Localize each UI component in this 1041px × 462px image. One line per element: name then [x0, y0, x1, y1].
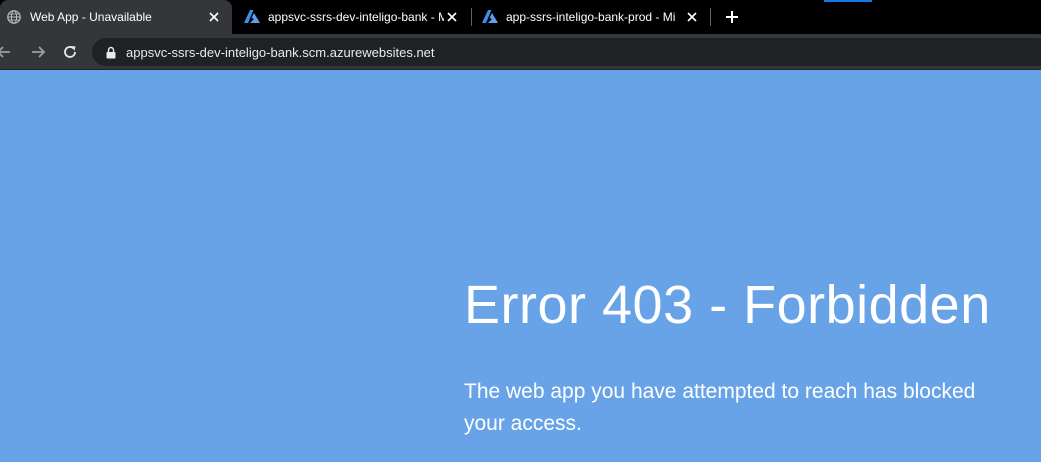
tab-title: app-ssrs-inteligo-bank-prod - Mi [506, 10, 676, 24]
back-arrow-icon [0, 46, 10, 58]
close-tab-icon[interactable] [206, 9, 222, 25]
tab-strip: Web App - Unavailable appsvc-ssrs-dev-in… [0, 0, 1041, 34]
error-title: Error 403 - Forbidden [464, 275, 991, 335]
forward-arrow-icon [32, 46, 46, 58]
tab-title: appsvc-ssrs-dev-inteligo-bank - M [268, 10, 444, 24]
address-bar[interactable]: appsvc-ssrs-dev-inteligo-bank.scm.azurew… [92, 38, 1041, 66]
error-page: Error 403 - Forbidden The web app you ha… [0, 70, 1041, 462]
tab-appsvc-ssrs-dev[interactable]: appsvc-ssrs-dev-inteligo-bank - M [236, 0, 470, 34]
tab-strip-accent [824, 0, 872, 2]
new-tab-button[interactable] [722, 7, 742, 27]
tab-separator [710, 8, 711, 26]
reload-button[interactable] [60, 42, 80, 62]
forward-button[interactable] [28, 42, 48, 62]
azure-icon [482, 9, 498, 25]
back-button[interactable] [0, 42, 14, 62]
url-text: appsvc-ssrs-dev-inteligo-bank.scm.azurew… [126, 44, 435, 60]
plus-icon [726, 11, 738, 23]
browser-toolbar: appsvc-ssrs-dev-inteligo-bank.scm.azurew… [0, 34, 1041, 70]
tab-separator [471, 8, 472, 26]
globe-icon [6, 9, 22, 25]
tab-app-ssrs-prod[interactable]: app-ssrs-inteligo-bank-prod - Mi [474, 0, 710, 34]
azure-icon [244, 9, 260, 25]
tab-title: Web App - Unavailable [30, 10, 152, 24]
close-tab-icon[interactable] [444, 9, 460, 25]
error-message: The web app you have attempted to reach … [464, 380, 976, 435]
lock-icon[interactable] [104, 45, 118, 59]
close-tab-icon[interactable] [684, 9, 700, 25]
reload-icon [64, 46, 76, 58]
tab-web-app-unavailable[interactable]: Web App - Unavailable [0, 0, 232, 34]
